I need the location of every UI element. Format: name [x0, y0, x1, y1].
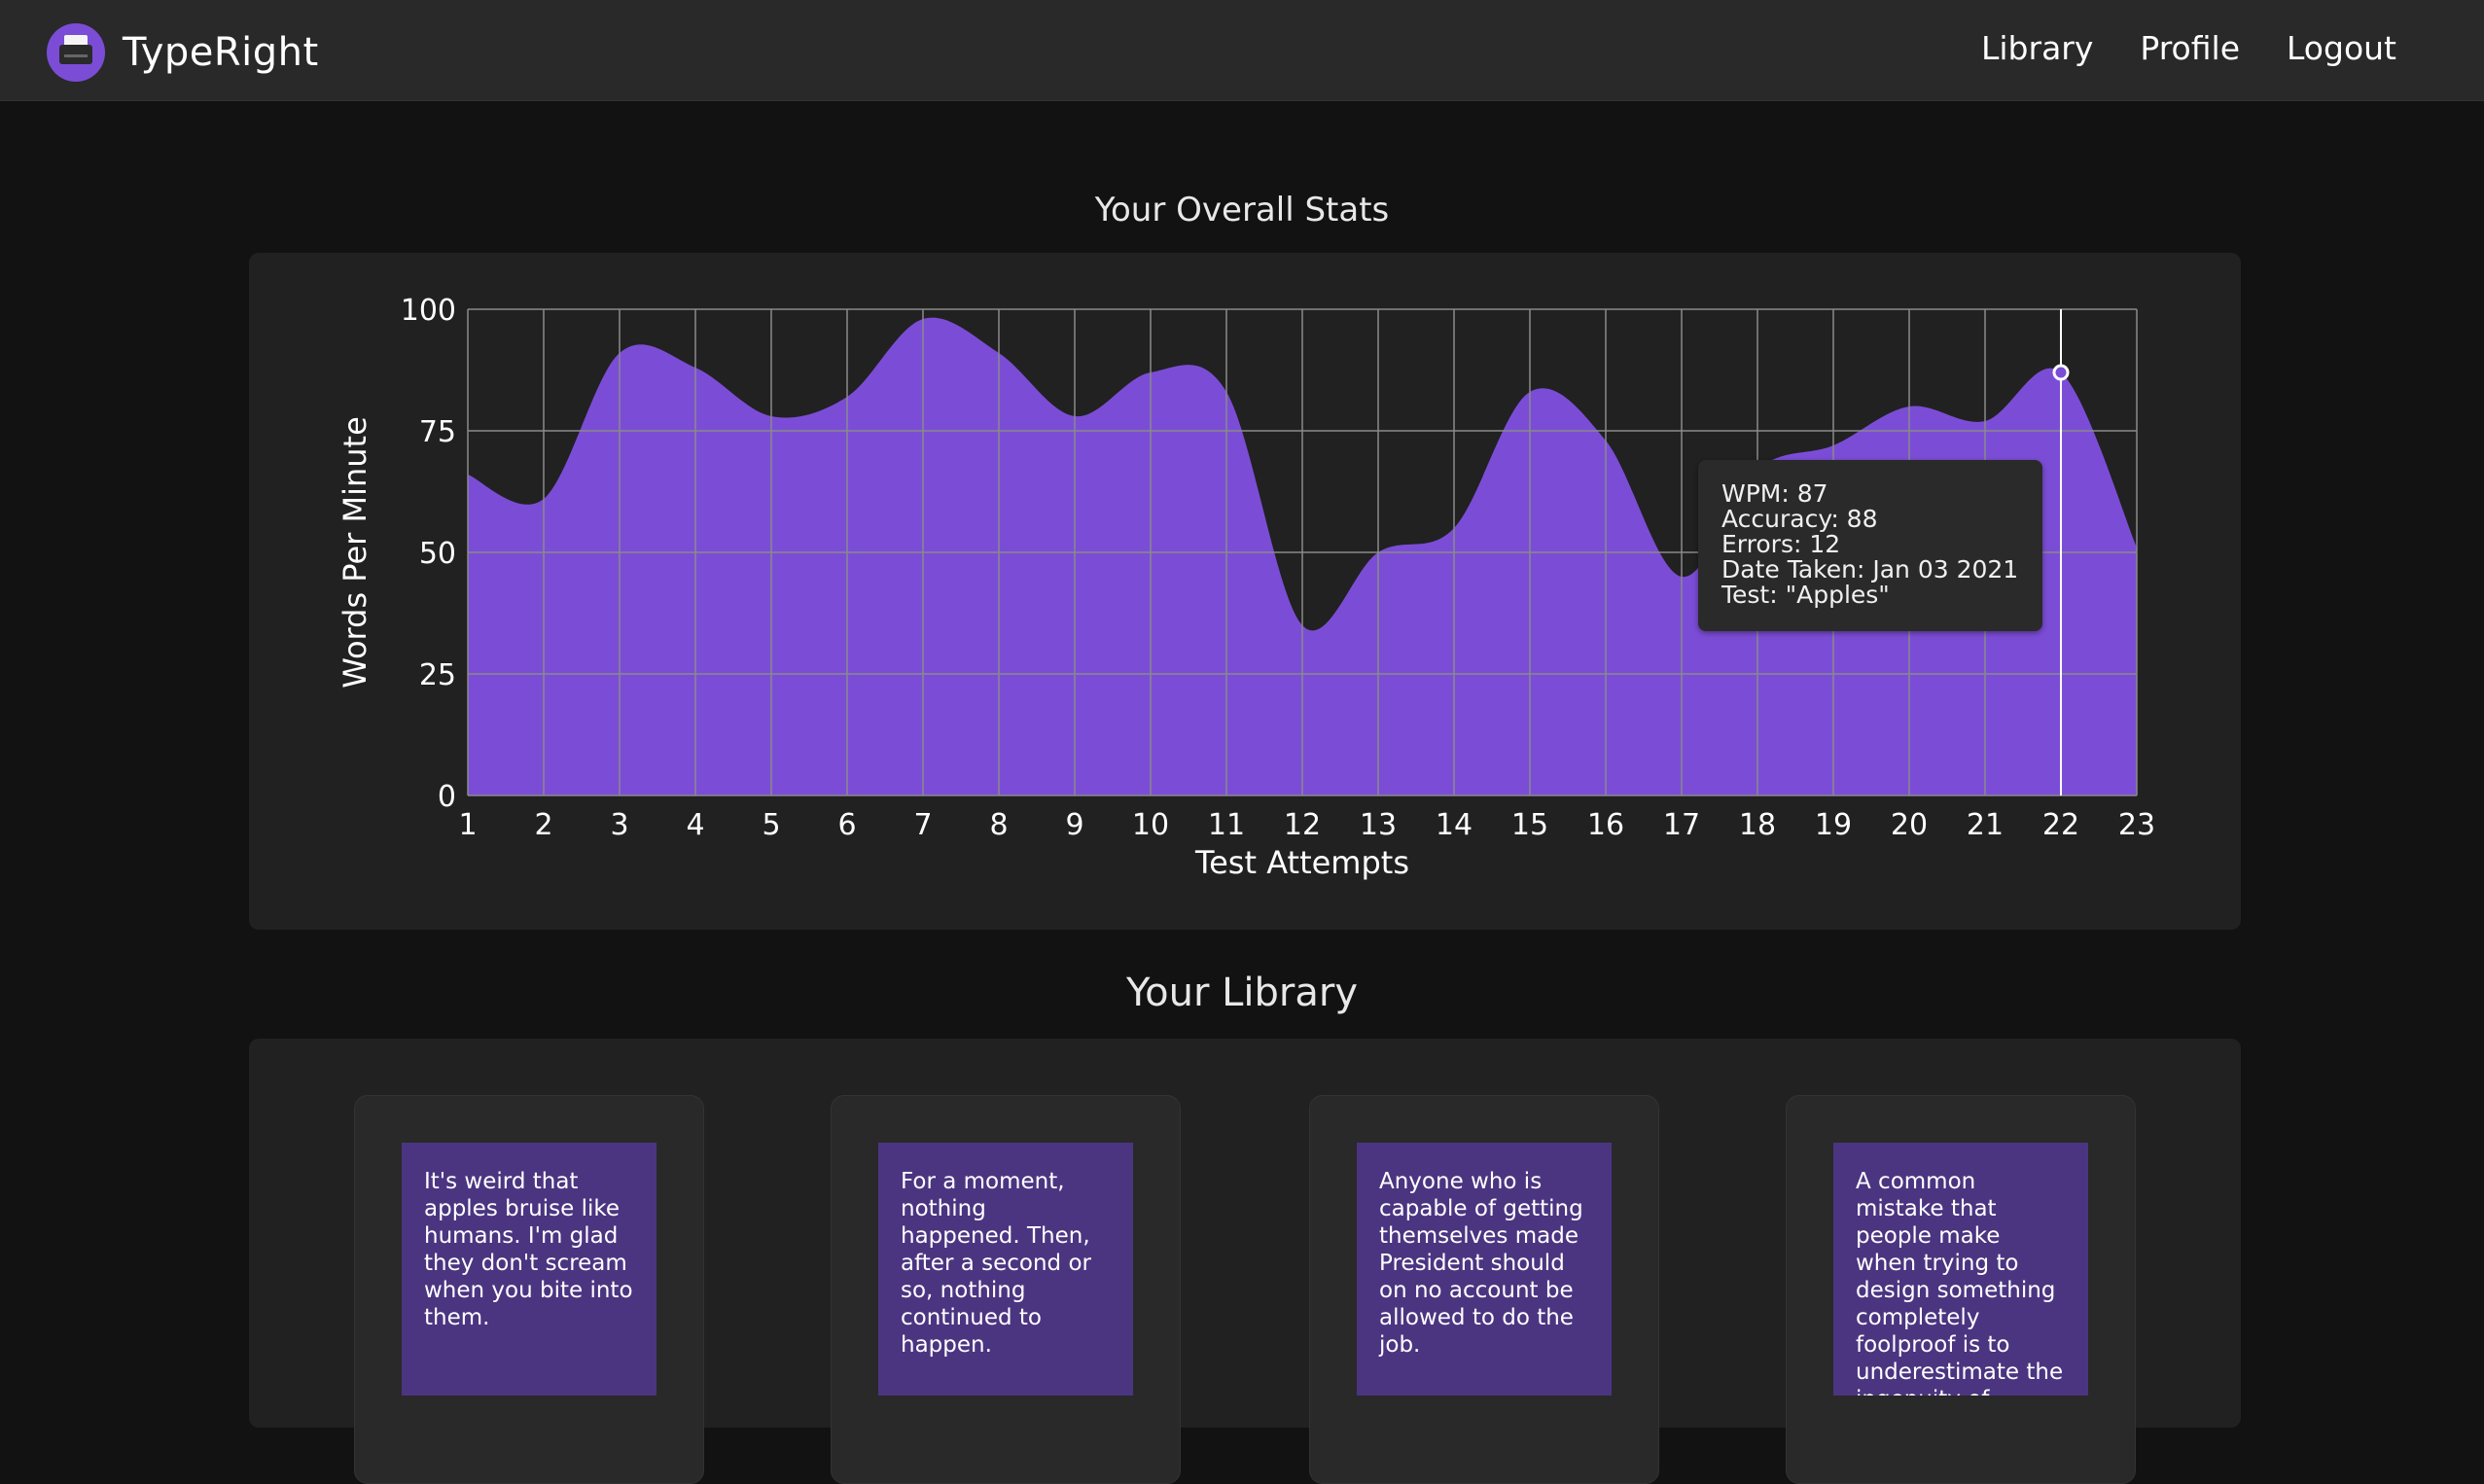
y-tick-label: 0 — [438, 780, 456, 814]
x-tick-label: 5 — [762, 808, 780, 842]
x-tick-label: 17 — [1663, 808, 1700, 842]
x-tick-label: 18 — [1739, 808, 1776, 842]
y-tick-label: 25 — [419, 658, 456, 692]
x-tick-label: 7 — [913, 808, 932, 842]
x-tick-label: 2 — [534, 808, 552, 842]
y-axis-label: Words Per Minute — [337, 416, 373, 689]
x-tick-label: 21 — [1967, 808, 2004, 842]
chart-tooltip: WPM: 87 Accuracy: 88 Errors: 12 Date Tak… — [1698, 460, 2042, 631]
library-panel: It's weird that apples bruise like human… — [249, 1039, 2241, 1484]
navbar: TypeRight Library Profile Logout — [0, 0, 2484, 101]
x-axis-label: Test Attempts — [1194, 844, 1409, 881]
y-tick-label: 100 — [401, 294, 456, 328]
stats-panel: 1 2 3 4 5 6 7 8 9 10 11 12 13 14 15 16 17 18 19 20 21 22 23 0 25… — [249, 253, 2241, 930]
x-tick-label: 20 — [1891, 808, 1928, 842]
x-tick-label: 14 — [1436, 808, 1473, 842]
x-tick-label: 10 — [1132, 808, 1169, 842]
x-tick-label: 22 — [2042, 808, 2079, 842]
library-card[interactable]: Anyone who is capable of getting themsel… — [1309, 1095, 1659, 1484]
hover-point — [2052, 364, 2070, 381]
library-card[interactable]: A common mistake that people make when t… — [1786, 1095, 2136, 1484]
library-card-text: Anyone who is capable of getting themsel… — [1357, 1143, 1612, 1396]
tooltip-errors: Errors: 12 — [1721, 530, 1841, 558]
nav-link-logout[interactable]: Logout — [2287, 29, 2396, 67]
x-tick-label: 12 — [1284, 808, 1321, 842]
stats-title: Your Overall Stats — [1094, 191, 1390, 230]
x-tick-label: 11 — [1208, 808, 1245, 842]
tooltip-date: Date Taken: Jan 03 2021 — [1721, 555, 2019, 583]
x-tick-label: 23 — [2118, 808, 2155, 842]
tooltip-wpm: WPM: 87 — [1721, 479, 1828, 508]
x-tick-label: 6 — [837, 808, 856, 842]
tooltip-test: Test: "Apples" — [1721, 581, 1890, 609]
library-card[interactable]: It's weird that apples bruise like human… — [354, 1095, 704, 1484]
library-card-text: It's weird that apples bruise like human… — [402, 1143, 656, 1396]
typewriter-icon — [47, 23, 105, 82]
y-tick-label: 50 — [419, 537, 456, 571]
x-tick-label: 8 — [989, 808, 1008, 842]
tooltip-accuracy: Accuracy: 88 — [1721, 505, 1878, 533]
x-tick-label: 16 — [1587, 808, 1624, 842]
library-card-text: A common mistake that people make when t… — [1833, 1143, 2088, 1396]
x-tick-label: 1 — [458, 808, 477, 842]
x-tick-label: 13 — [1360, 808, 1397, 842]
x-tick-label: 4 — [686, 808, 704, 842]
library-card[interactable]: For a moment, nothing happened. Then, af… — [831, 1095, 1181, 1484]
library-card-text: For a moment, nothing happened. Then, af… — [878, 1143, 1133, 1396]
nav-link-library[interactable]: Library — [1981, 29, 2093, 67]
library-title: Your Library — [1126, 971, 1358, 1015]
x-tick-label: 3 — [610, 808, 628, 842]
brand-name: TypeRight — [123, 30, 319, 75]
brand[interactable]: TypeRight — [47, 23, 319, 82]
y-tick-label: 75 — [419, 415, 456, 449]
x-tick-label: 19 — [1815, 808, 1852, 842]
x-tick-label: 9 — [1065, 808, 1083, 842]
nav-link-profile[interactable]: Profile — [2140, 29, 2240, 67]
nav-links: Library Profile Logout — [1981, 29, 2396, 67]
x-tick-label: 15 — [1511, 808, 1548, 842]
